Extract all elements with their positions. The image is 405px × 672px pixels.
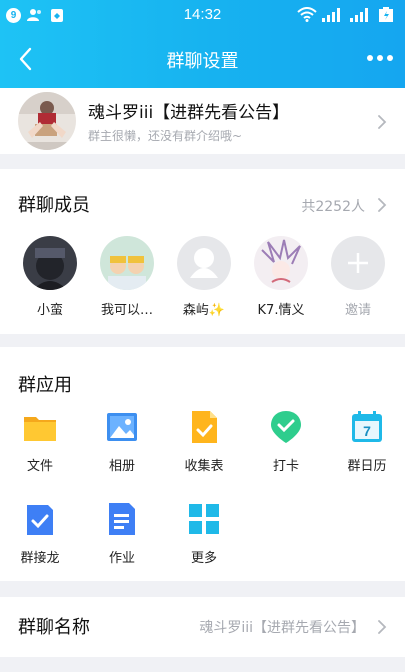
calendar-icon: 7	[349, 409, 385, 445]
add-member-icon	[331, 236, 385, 290]
group-profile-row[interactable]: 魂斗罗iii【进群先看公告】 群主很懒，还没有群介绍哦~	[0, 88, 405, 154]
group-apps-section: 群应用 文件 相册 收集表 打卡 7 群日历 群接龙 作业 更多	[0, 347, 405, 581]
wifi-icon	[297, 7, 317, 22]
member-avatar	[23, 236, 77, 290]
app-label: 更多	[190, 551, 217, 566]
group-name: 魂斗罗iii【进群先看公告】	[88, 103, 290, 123]
app-calendar[interactable]: 7 群日历	[337, 409, 397, 474]
chevron-right-icon[interactable]	[377, 197, 387, 213]
member-item[interactable]: K7.情义	[241, 236, 321, 318]
member-name: K7.情义	[257, 303, 305, 318]
group-description: 群主很懒，还没有群介绍哦~	[88, 129, 243, 143]
checkin-icon	[268, 409, 304, 445]
chevron-right-icon	[378, 115, 387, 129]
homework-icon	[104, 501, 140, 537]
group-avatar[interactable]	[18, 92, 76, 150]
app-label: 群接龙	[20, 551, 60, 566]
member-name: 森屿✨	[182, 303, 226, 318]
top-bar: 9 14:32 群聊设置	[0, 0, 405, 88]
app-form[interactable]: 收集表	[174, 409, 234, 474]
member-item[interactable]: 我可以…	[87, 236, 167, 318]
app-label: 文件	[26, 459, 53, 474]
member-name: 我可以…	[100, 303, 153, 318]
group-name-value: 魂斗罗iii【进群先看公告】	[199, 620, 365, 636]
app-label: 群日历	[347, 459, 387, 474]
app-solitaire[interactable]: 群接龙	[10, 501, 70, 566]
group-members-section: 群聊成员 共2252人 小蛮 我可以… 森屿✨ K7.情义 邀请	[0, 169, 405, 334]
page-title: 群聊设置	[166, 51, 239, 72]
members-title: 群聊成员	[18, 195, 90, 216]
app-label: 相册	[108, 459, 135, 474]
signal-icon-2	[350, 8, 368, 22]
member-avatar	[254, 236, 308, 290]
app-label: 作业	[108, 551, 135, 566]
group-name-row[interactable]: 群聊名称 魂斗罗iii【进群先看公告】	[0, 597, 405, 657]
signal-icon-1	[322, 8, 340, 22]
member-name: 小蛮	[36, 303, 63, 318]
chevron-right-icon	[378, 620, 387, 634]
member-avatar	[100, 236, 154, 290]
solitaire-icon	[22, 501, 58, 537]
more-apps-icon	[186, 501, 222, 537]
member-count[interactable]: 共2252人	[301, 196, 365, 216]
invite-button[interactable]: 邀请	[318, 236, 398, 318]
status-bar: 9 14:32	[0, 0, 405, 30]
status-time: 14:32	[183, 6, 222, 23]
app-checkin[interactable]: 打卡	[256, 409, 316, 474]
app-file[interactable]: 文件	[10, 409, 70, 474]
member-item[interactable]: 森屿✨	[164, 236, 244, 318]
member-item[interactable]: 小蛮	[10, 236, 90, 318]
folder-icon	[22, 409, 58, 445]
title-bar: 群聊设置	[0, 30, 405, 88]
app-label: 收集表	[184, 459, 224, 474]
member-avatar	[177, 236, 231, 290]
app-homework[interactable]: 作业	[92, 501, 152, 566]
photo-album-icon	[104, 409, 140, 445]
more-options-icon[interactable]	[365, 50, 395, 66]
apps-title: 群应用	[18, 375, 72, 396]
battery-icon	[379, 7, 393, 22]
form-icon	[186, 409, 222, 445]
calendar-day: 7	[363, 423, 371, 439]
invite-label: 邀请	[344, 303, 371, 318]
app-album[interactable]: 相册	[92, 409, 152, 474]
group-name-title: 群聊名称	[18, 617, 90, 638]
app-label: 打卡	[272, 459, 299, 474]
app-more[interactable]: 更多	[174, 501, 234, 566]
